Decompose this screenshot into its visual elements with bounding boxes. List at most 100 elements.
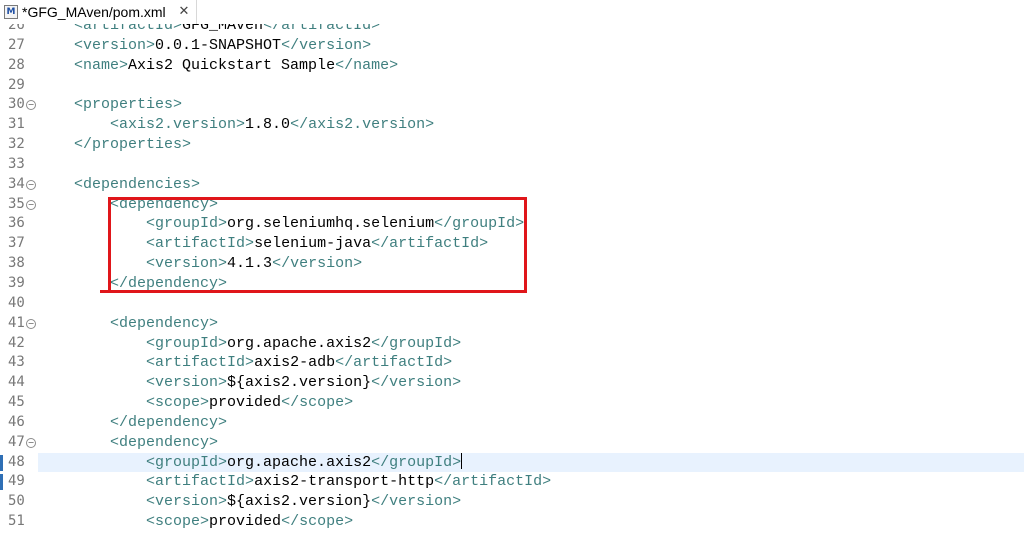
xml-tag: <artifactId> [74, 24, 183, 34]
code-line[interactable]: 44 <version>${axis2.version}</version> [0, 373, 1024, 394]
xml-tag: <dependency> [110, 314, 219, 332]
xml-tag: <dependency> [110, 433, 219, 451]
xml-text: org.apache.axis2 [227, 334, 372, 352]
line-code: <version>${axis2.version}</version> [38, 492, 461, 512]
xml-text: Axis2 Quickstart Sample [128, 56, 336, 74]
annotation-box [110, 197, 527, 293]
xml-text: GFG_MAven [182, 24, 264, 34]
line-number: 35 [8, 195, 25, 212]
line-gutter: 50 [0, 492, 38, 513]
xml-tag: <scope> [146, 513, 210, 531]
line-code: <axis2.version>1.8.0</axis2.version> [38, 115, 434, 135]
line-gutter: 44 [0, 373, 38, 394]
xml-tag: </dependency> [110, 413, 228, 431]
line-code: <dependencies> [38, 175, 200, 195]
xml-tag: <dependencies> [74, 175, 201, 193]
code-line[interactable]: 33 [0, 154, 1024, 175]
line-number: 46 [8, 413, 25, 430]
code-line[interactable]: 45 <scope>provided</scope> [0, 393, 1024, 413]
code-line[interactable]: 41− <dependency> [0, 313, 1024, 334]
code-line[interactable]: 32 </properties> [0, 135, 1024, 155]
line-number: 41 [8, 314, 25, 331]
code-line[interactable]: 48 <groupId>org.apache.axis2</groupId> [0, 452, 1024, 473]
line-number: 34 [8, 175, 25, 192]
line-gutter: 36 [0, 214, 38, 235]
line-gutter: 43 [0, 353, 38, 374]
maven-pom-file-icon: M [4, 5, 18, 19]
line-gutter: 31 [0, 115, 38, 136]
code-line[interactable]: 50 <version>${axis2.version}</version> [0, 492, 1024, 513]
line-gutter: 51 [0, 512, 38, 532]
line-code: </dependency> [38, 413, 227, 433]
line-number: 43 [8, 354, 25, 371]
xml-tag: <version> [74, 36, 156, 54]
fold-toggle-icon[interactable]: − [26, 100, 36, 111]
line-gutter: 26 [0, 24, 38, 36]
line-code: <version>${axis2.version}</version> [38, 373, 461, 393]
line-number: 32 [8, 136, 25, 153]
xml-tag: <properties> [74, 96, 183, 114]
annotation-box-tail [100, 290, 112, 293]
xml-tag: <version> [146, 493, 228, 511]
code-line[interactable]: 27 <version>0.0.1-SNAPSHOT</version> [0, 35, 1024, 56]
xml-text: 1.8.0 [245, 116, 291, 134]
xml-text: ${axis2.version} [227, 493, 372, 511]
xml-tag: </groupId> [371, 453, 462, 471]
line-gutter: 29 [0, 75, 38, 96]
code-line[interactable]: 29 [0, 75, 1024, 96]
close-icon[interactable]: ✕ [176, 4, 192, 20]
code-line[interactable]: 46 </dependency> [0, 412, 1024, 433]
code-line[interactable]: 49 <artifactId>axis2-transport-http</art… [0, 472, 1024, 493]
line-number: 45 [8, 394, 25, 411]
line-gutter: 33 [0, 154, 38, 175]
code-line[interactable]: 42 <groupId>org.apache.axis2</groupId> [0, 333, 1024, 354]
xml-tag: <groupId> [146, 453, 228, 471]
fold-toggle-icon[interactable]: − [26, 179, 36, 190]
xml-tag: <name> [74, 56, 129, 74]
tab-title: *GFG_MAven/pom.xml [22, 4, 166, 20]
xml-tag: </properties> [74, 136, 192, 154]
line-gutter: 28 [0, 55, 38, 76]
code-line[interactable]: 28 <name>Axis2 Quickstart Sample</name> [0, 55, 1024, 76]
fold-toggle-icon[interactable]: − [26, 318, 36, 329]
line-gutter: 34− [0, 174, 38, 195]
line-code: <dependency> [38, 314, 218, 334]
xml-tag: </scope> [281, 513, 354, 531]
xml-tag: </groupId> [371, 334, 462, 352]
line-number: 42 [8, 334, 25, 351]
line-gutter: 42 [0, 333, 38, 354]
code-line[interactable]: 30− <properties> [0, 95, 1024, 116]
line-code: <version>0.0.1-SNAPSHOT</version> [38, 36, 371, 56]
line-number: 33 [8, 155, 25, 172]
line-number: 48 [8, 453, 25, 470]
line-number: 51 [8, 513, 25, 530]
xml-tag: </version> [371, 493, 462, 511]
line-code: <properties> [38, 95, 182, 115]
code-line[interactable]: 34− <dependencies> [0, 174, 1024, 195]
code-line[interactable]: 31 <axis2.version>1.8.0</axis2.version> [0, 115, 1024, 136]
xml-tag: <axis2.version> [110, 116, 246, 134]
xml-tag: </name> [335, 56, 399, 74]
xml-text: axis2-transport-http [254, 473, 435, 491]
line-number: 39 [8, 274, 25, 291]
line-gutter: 48 [0, 452, 38, 473]
xml-tag: <artifactId> [146, 473, 255, 491]
line-gutter: 41− [0, 313, 38, 334]
line-code: <groupId>org.apache.axis2</groupId> [38, 452, 463, 473]
line-code: <scope>provided</scope> [38, 512, 353, 532]
xml-text: provided [209, 513, 282, 531]
code-line[interactable]: 47− <dependency> [0, 432, 1024, 453]
code-line[interactable]: 26 <artifactId>GFG_MAven</artifactId> [0, 24, 1024, 36]
line-number: 44 [8, 374, 25, 391]
editor-tab-pom-xml[interactable]: M *GFG_MAven/pom.xml ✕ [0, 0, 197, 24]
line-gutter: 40 [0, 293, 38, 314]
xml-tag: </axis2.version> [290, 116, 435, 134]
xml-tag: <version> [146, 374, 228, 392]
code-line[interactable]: 40 [0, 293, 1024, 314]
line-code: <scope>provided</scope> [38, 393, 353, 413]
line-gutter: 32 [0, 135, 38, 155]
fold-toggle-icon[interactable]: − [26, 437, 36, 448]
code-line[interactable]: 51 <scope>provided</scope> [0, 512, 1024, 532]
code-line[interactable]: 43 <artifactId>axis2-adb</artifactId> [0, 353, 1024, 374]
fold-toggle-icon[interactable]: − [26, 199, 36, 210]
